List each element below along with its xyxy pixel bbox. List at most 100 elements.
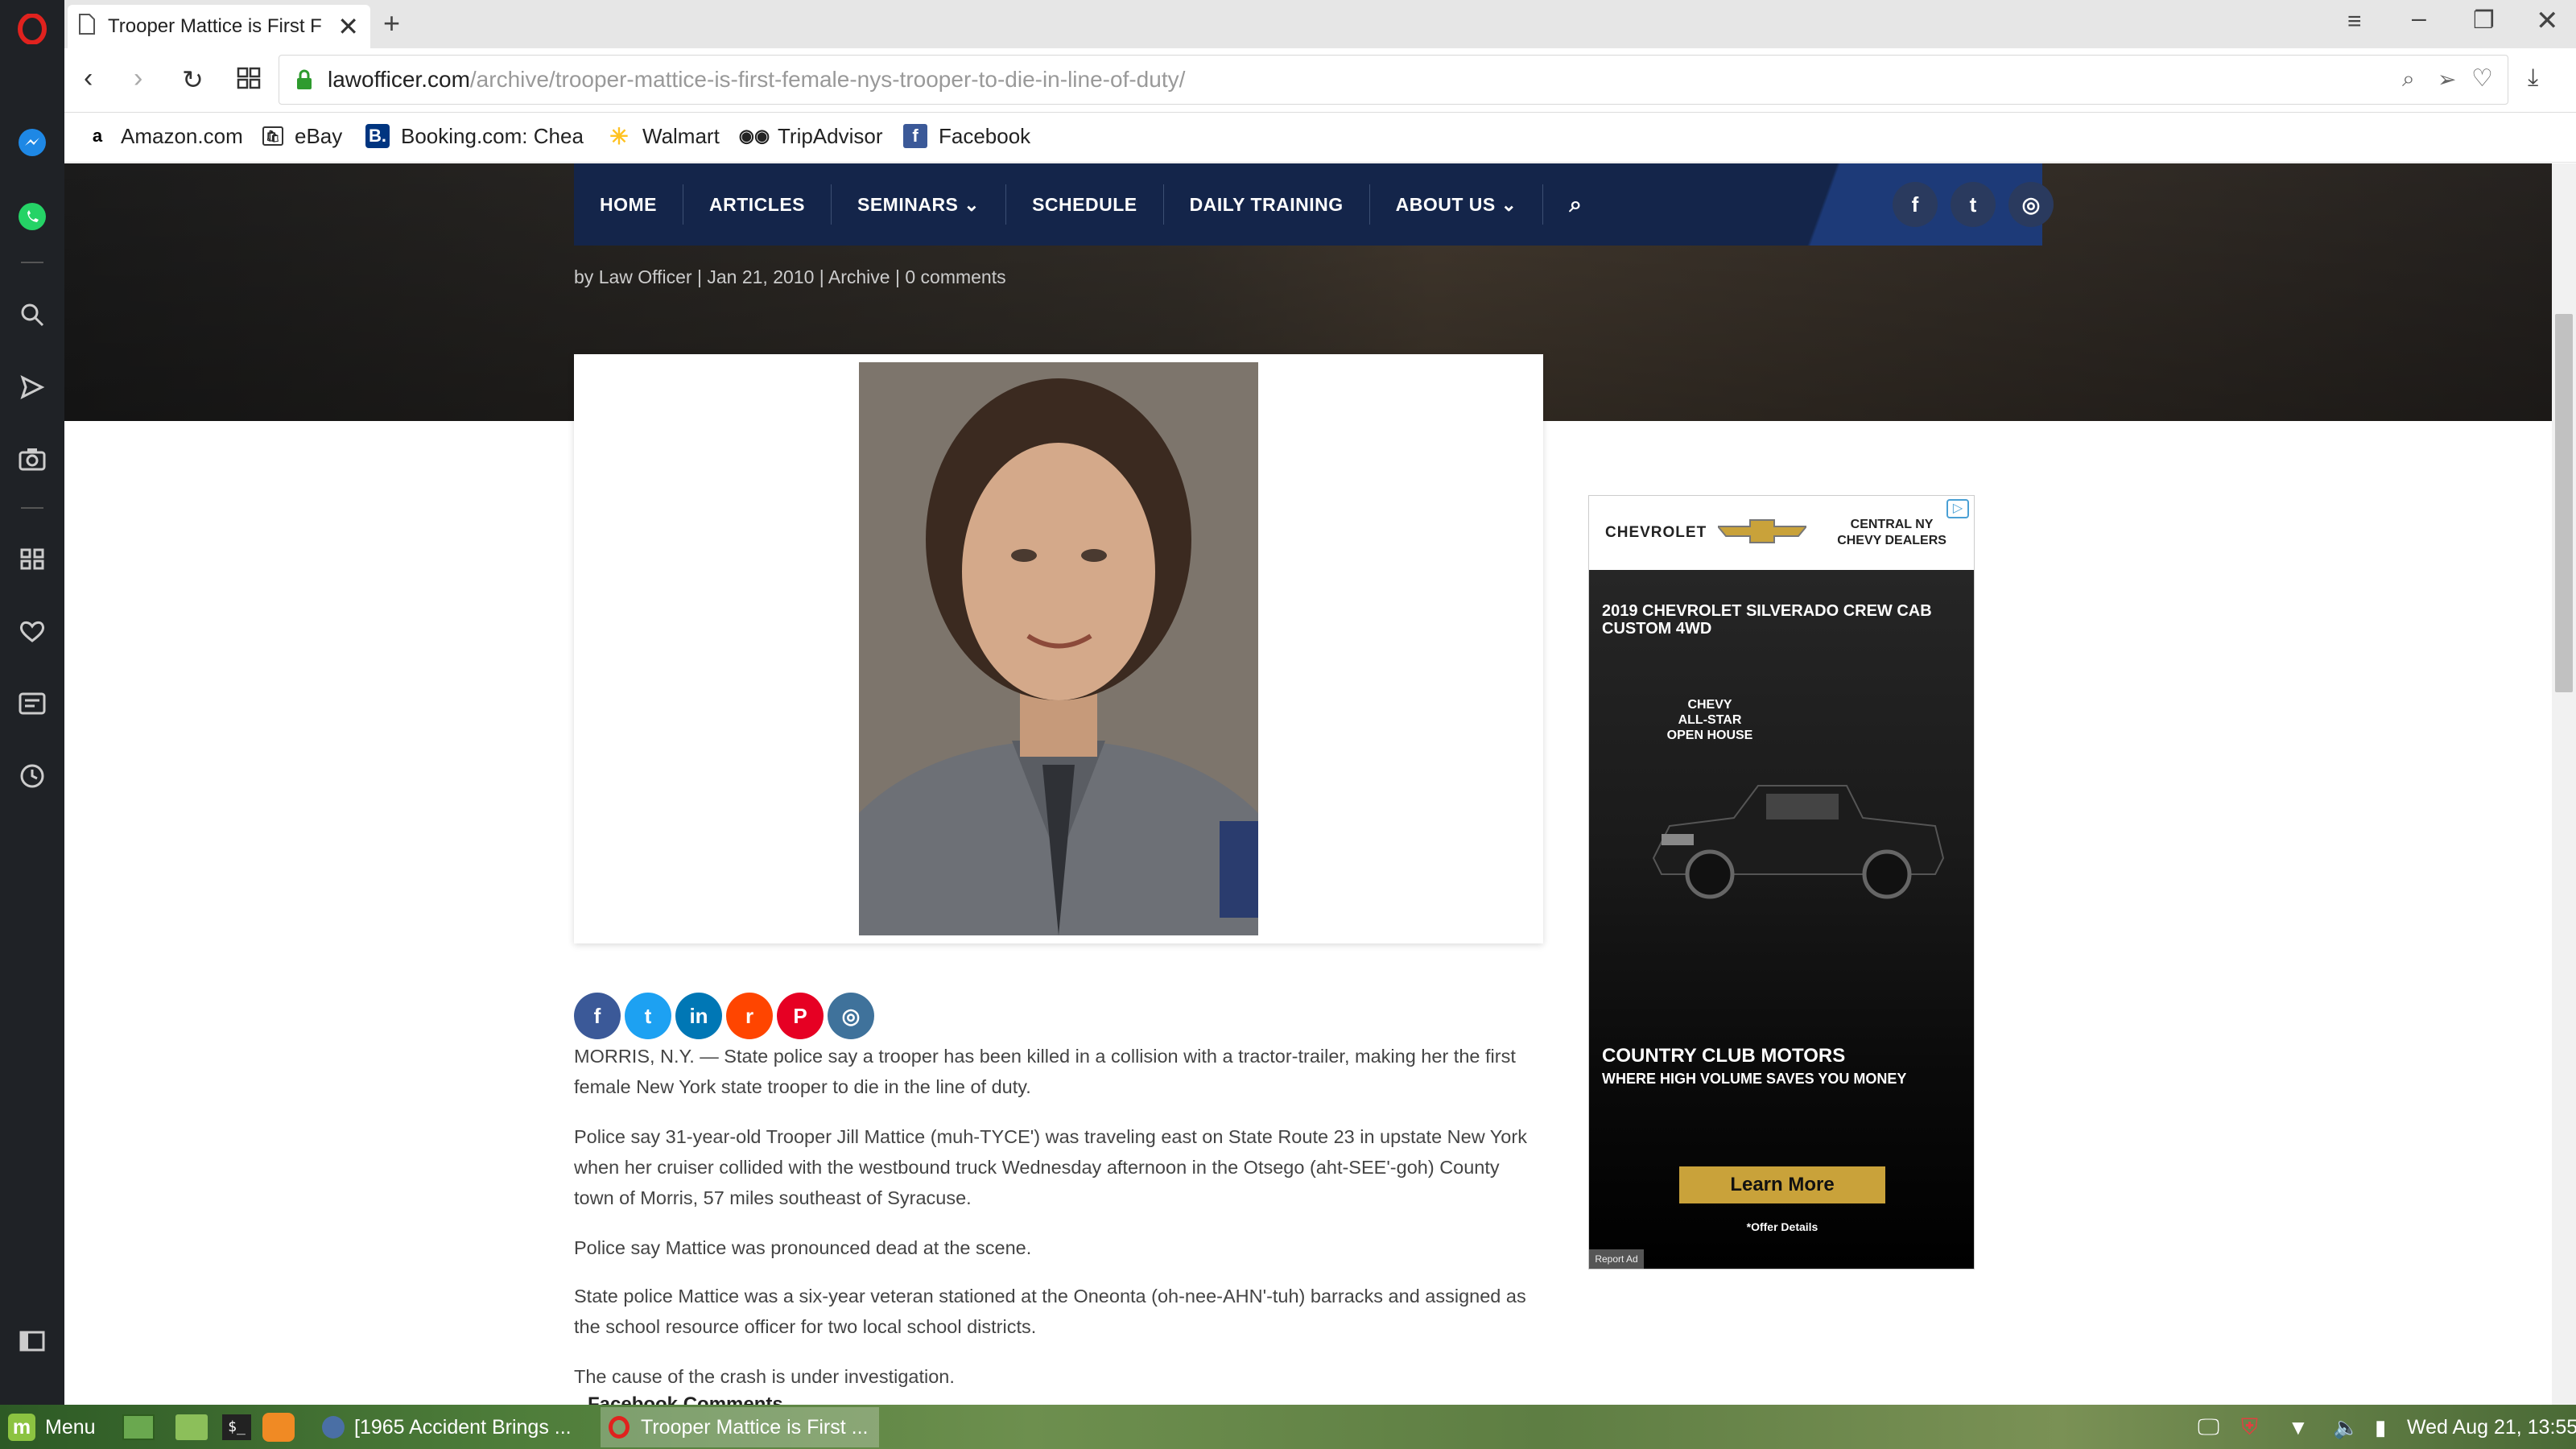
bookmark-amazon[interactable]: a Amazon.com	[85, 118, 243, 155]
share-pinterest-icon[interactable]: P	[777, 993, 824, 1039]
ad-dealer-name: COUNTRY CLUB MOTORS	[1602, 1045, 1846, 1067]
url-path: /archive/trooper-mattice-is-first-female…	[469, 67, 1186, 92]
bookmark-ebay[interactable]: 🛍 eBay	[262, 118, 342, 155]
adchoices-icon[interactable]: ▷	[1946, 499, 1969, 518]
meta-comments[interactable]: 0 comments	[905, 266, 1005, 287]
close-tab-icon[interactable]: ✕	[337, 11, 359, 42]
nav-search-icon[interactable]: ⌕	[1569, 184, 1608, 225]
bookmark-label: Amazon.com	[121, 123, 243, 148]
active-tab[interactable]: Trooper Mattice is First F ✕	[68, 5, 370, 48]
sidebar-divider	[21, 262, 43, 263]
tripadvisor-icon: ◉◉	[738, 126, 770, 146]
start-menu[interactable]: m Menu	[8, 1407, 96, 1447]
share-facebook-icon[interactable]: f	[574, 993, 621, 1039]
nav-daily-training[interactable]: DAILY TRAINING	[1190, 184, 1370, 225]
forward-icon[interactable]: ›	[134, 63, 142, 94]
display-tray-icon[interactable]: 🖵	[2198, 1407, 2219, 1447]
menu-label: Menu	[45, 1415, 96, 1439]
nav-twitter-icon[interactable]: t	[1951, 182, 1996, 227]
nav-articles[interactable]: ARTICLES	[709, 184, 832, 225]
news-icon[interactable]	[14, 686, 50, 721]
bookmark-label: Booking.com: Chea	[401, 123, 584, 148]
lock-icon	[295, 68, 313, 97]
minimize-icon[interactable]: –	[2412, 3, 2426, 33]
files-icon[interactable]	[175, 1407, 208, 1447]
bookmark-label: TripAdvisor	[778, 123, 883, 148]
ad-tagline: WHERE HIGH VOLUME SAVES YOU MONEY	[1602, 1071, 1907, 1087]
url-domain: lawofficer.com	[328, 67, 470, 92]
bookmark-walmart[interactable]: ✳ Walmart	[607, 118, 720, 155]
tab-menu-icon[interactable]: ≡	[2347, 8, 2362, 35]
meta-prefix: by	[574, 266, 594, 287]
mint-logo-icon: m	[8, 1414, 35, 1441]
booking-icon: B.	[365, 124, 390, 148]
taskbar-window-accident[interactable]: [1965 Accident Brings ...	[322, 1407, 572, 1447]
scrollbar-thumb[interactable]	[2555, 314, 2573, 692]
ad-event-badge: CHEVY ALL-STAR OPEN HOUSE	[1666, 698, 1753, 742]
send-icon[interactable]	[14, 369, 50, 405]
site-nav: HOME ARTICLES SEMINARS ⌄ SCHEDULE DAILY …	[574, 163, 2054, 246]
bookmark-label: Walmart	[642, 123, 720, 148]
bookmark-heart-icon[interactable]: ♡	[2471, 64, 2493, 93]
speed-dial-icon[interactable]	[14, 541, 50, 576]
bookmark-booking[interactable]: B. Booking.com: Chea	[365, 118, 584, 155]
url-field[interactable]: lawofficer.com/archive/trooper-mattice-i…	[279, 55, 2508, 105]
clock[interactable]: Wed Aug 21, 13:55	[2407, 1407, 2576, 1447]
shield-tray-icon[interactable]: ⛨	[2241, 1407, 2258, 1447]
sidebar-divider	[21, 507, 43, 509]
article-paragraph: State police Mattice was a six-year vete…	[574, 1286, 1526, 1337]
battery-tray-icon[interactable]: ▮	[2375, 1407, 2386, 1447]
chevrolet-ad[interactable]: CHEVROLET CENTRAL NY CHEVY DEALERS ▷ 201…	[1588, 495, 1975, 1269]
report-ad-button[interactable]: Report Ad	[1589, 1249, 1644, 1269]
restore-icon[interactable]: ❐	[2473, 6, 2495, 35]
search-icon[interactable]	[14, 297, 50, 332]
ad-brand: CHEVROLET	[1605, 524, 1707, 541]
window-title: Trooper Mattice is First ...	[641, 1415, 869, 1439]
nav-instagram-icon[interactable]: ◎	[2008, 182, 2054, 227]
facebook-icon: f	[903, 124, 927, 148]
volume-tray-icon[interactable]: 🔈	[2333, 1407, 2359, 1447]
close-window-icon[interactable]: ✕	[2536, 5, 2559, 37]
back-icon[interactable]: ‹	[84, 63, 93, 94]
ad-dealer-group: CENTRAL NY CHEVY DEALERS	[1837, 518, 1946, 547]
wifi-tray-icon[interactable]: ▼	[2288, 1407, 2309, 1447]
share-linkedin-icon[interactable]: in	[675, 993, 722, 1039]
bookmark-tripadvisor[interactable]: ◉◉ TripAdvisor	[738, 118, 883, 155]
bookmark-facebook[interactable]: f Facebook	[903, 118, 1030, 155]
nav-seminars[interactable]: SEMINARS ⌄	[857, 184, 1007, 225]
nav-facebook-icon[interactable]: f	[1893, 182, 1938, 227]
ad-offer-details[interactable]: *Offer Details	[1589, 1220, 1974, 1233]
whatsapp-icon[interactable]	[14, 199, 50, 234]
reload-icon[interactable]: ↻	[182, 64, 204, 95]
send-page-icon[interactable]: ➢	[2438, 66, 2456, 93]
download-icon[interactable]: ⤓	[2528, 64, 2538, 92]
meta-category[interactable]: Archive	[828, 266, 890, 287]
software-manager-icon[interactable]	[262, 1407, 295, 1447]
article-paragraph: The cause of the crash is under investig…	[574, 1366, 955, 1387]
share-twitter-icon[interactable]: t	[625, 993, 671, 1039]
opera-sidebar	[0, 0, 64, 1405]
share-reddit-icon[interactable]: r	[726, 993, 773, 1039]
history-icon[interactable]	[14, 758, 50, 794]
camera-icon[interactable]	[14, 441, 50, 477]
ad-learn-more-button[interactable]: Learn More	[1679, 1166, 1885, 1203]
amazon-icon: a	[92, 126, 103, 146]
sidebar-toggle-icon[interactable]	[14, 1323, 50, 1359]
nav-home[interactable]: HOME	[600, 184, 683, 225]
messenger-icon[interactable]	[14, 125, 50, 160]
opera-logo-icon[interactable]	[14, 11, 50, 47]
taskbar-window-trooper[interactable]: Trooper Mattice is First ...	[601, 1407, 879, 1447]
terminal-icon[interactable]: $_	[222, 1407, 251, 1447]
nav-schedule[interactable]: SCHEDULE	[1032, 184, 1164, 225]
heart-icon[interactable]	[14, 613, 50, 649]
article-paragraph: Police say Mattice was pronounced dead a…	[574, 1237, 1032, 1258]
new-tab-icon[interactable]: +	[383, 6, 400, 40]
url-search-icon[interactable]: ⌕	[2402, 66, 2415, 93]
nav-about-us[interactable]: ABOUT US ⌄	[1396, 184, 1544, 225]
share-instagram-icon[interactable]: ◎	[828, 993, 874, 1039]
meta-author[interactable]: Law Officer	[599, 266, 692, 287]
show-desktop-icon[interactable]	[122, 1407, 155, 1447]
ad-headline: 2019 CHEVROLET SILVERADO CREW CAB CUSTOM…	[1602, 602, 1932, 638]
tabs-grid-icon[interactable]	[237, 66, 261, 94]
walmart-icon: ✳	[609, 123, 629, 149]
